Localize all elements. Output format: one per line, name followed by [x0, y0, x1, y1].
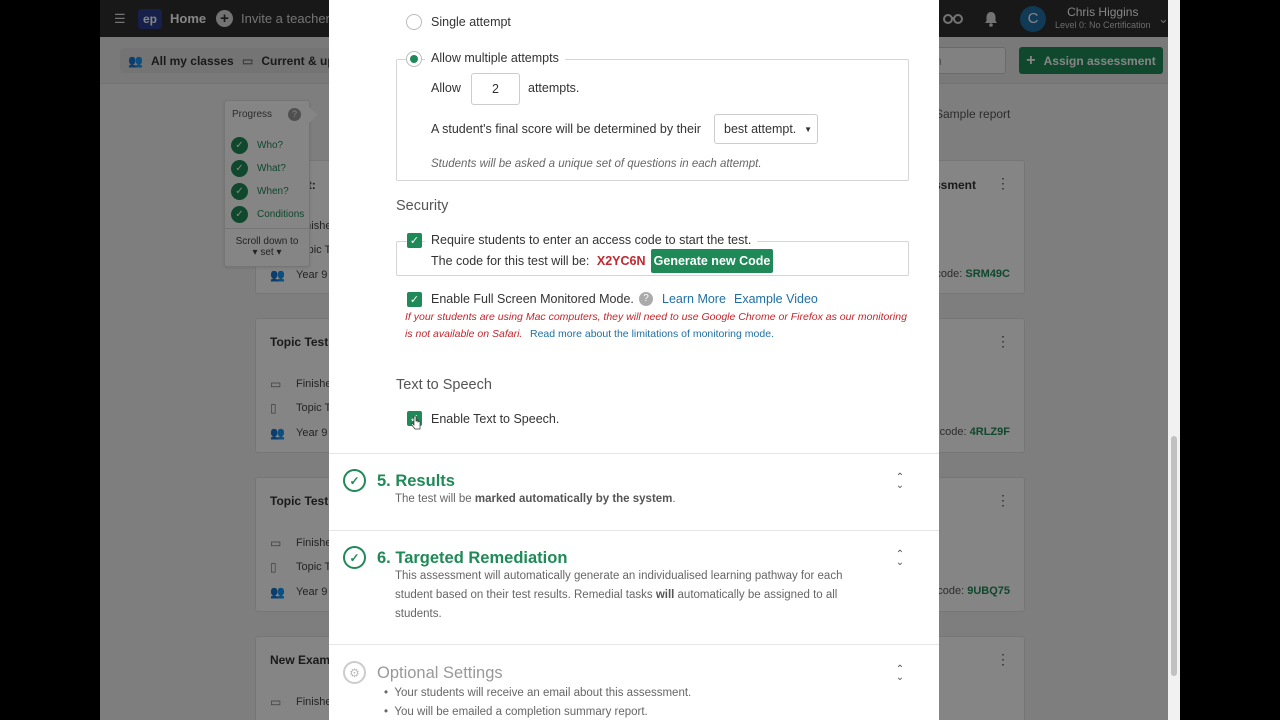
divider — [329, 453, 939, 454]
allow-label: Allow — [431, 81, 461, 95]
cursor-icon — [411, 416, 421, 430]
multiple-attempts-label: Allow multiple attempts — [425, 51, 565, 65]
results-desc-suffix: . — [672, 493, 676, 505]
page-scrollbar[interactable] — [1168, 0, 1180, 720]
results-description: The test will be marked automatically by… — [395, 490, 676, 509]
access-code-value: X2YC6N — [596, 254, 646, 268]
code-prefix: The code for this test will be: — [431, 254, 590, 268]
access-code-checkbox[interactable]: ✓ — [407, 233, 422, 248]
remediation-line3: students. — [395, 608, 442, 620]
single-attempt-label: Single attempt — [431, 15, 511, 29]
tts-heading: Text to Speech — [396, 377, 492, 393]
remediation-line2-a: student based on their test results. Rem… — [395, 589, 656, 601]
help-icon[interactable]: ? — [639, 292, 653, 306]
results-complete-icon: ✓ — [343, 469, 366, 492]
optional-bullet: • You will be emailed a completion summa… — [384, 706, 648, 718]
attempts-suffix-label: attempts. — [528, 81, 580, 95]
expand-optional-icon[interactable]: ⌃ ⌄ — [893, 665, 907, 683]
optional-settings-title[interactable]: Optional Settings — [377, 664, 503, 683]
final-score-select[interactable]: best attempt. ▼ — [714, 114, 818, 144]
multiple-attempts-radio[interactable] — [406, 51, 422, 67]
remediation-line1: This assessment will automatically gener… — [395, 570, 843, 582]
remediation-line2-b: automatically be assigned to all — [674, 589, 838, 601]
access-code-line: The code for this test will be: X2YC6N — [431, 254, 646, 268]
results-section-title[interactable]: 5. Results — [377, 472, 455, 491]
optional-bullet: • Your students will receive an email ab… — [384, 687, 692, 699]
gear-icon: ⚙ — [343, 661, 366, 684]
optional-bullet-text: Your students will receive an email abou… — [394, 687, 692, 699]
expand-remediation-icon[interactable]: ⌃ ⌄ — [893, 550, 907, 568]
monitoring-limitations-link[interactable]: Read more about the limitations of monit… — [530, 328, 774, 340]
example-video-link[interactable]: Example Video — [734, 292, 818, 306]
attempts-count-input[interactable]: 2 — [471, 73, 520, 105]
access-code-label: Require students to enter an access code… — [425, 233, 758, 247]
assessment-settings-modal: Single attempt Allow multiple attempts A… — [329, 0, 939, 720]
divider — [329, 644, 939, 645]
mac-warning-line2: is not available on Safari. — [405, 328, 523, 340]
remediation-section-title[interactable]: 6. Targeted Remediation — [377, 549, 567, 568]
security-heading: Security — [396, 198, 449, 214]
fullscreen-mode-label: Enable Full Screen Monitored Mode. — [431, 292, 634, 306]
generate-new-code-button[interactable]: Generate new Code — [651, 249, 773, 273]
divider — [329, 530, 939, 531]
fullscreen-mode-checkbox[interactable]: ✓ — [407, 292, 422, 307]
remediation-complete-icon: ✓ — [343, 546, 366, 569]
expand-results-icon[interactable]: ⌃ ⌄ — [893, 473, 907, 491]
final-score-value: best attempt. — [724, 122, 797, 136]
unique-questions-note: Students will be asked a unique set of q… — [431, 158, 762, 170]
remediation-description: This assessment will automatically gener… — [395, 567, 842, 624]
remediation-line2-bold: will — [655, 589, 675, 601]
tts-label: Enable Text to Speech. — [431, 412, 560, 426]
remediation-line2: student based on their test results. Rem… — [395, 586, 842, 605]
optional-bullet-text: You will be emailed a completion summary… — [394, 706, 648, 718]
results-desc-prefix: The test will be — [395, 493, 475, 505]
final-score-label: A student's final score will be determin… — [431, 122, 701, 136]
mac-warning-line1: If your students are using Mac computers… — [405, 311, 907, 323]
single-attempt-radio[interactable] — [406, 14, 422, 30]
results-desc-bold: marked automatically by the system — [474, 493, 673, 505]
scrollbar-thumb[interactable] — [1171, 436, 1177, 676]
caret-down-icon: ▼ — [804, 125, 812, 134]
learn-more-link[interactable]: Learn More — [662, 292, 726, 306]
